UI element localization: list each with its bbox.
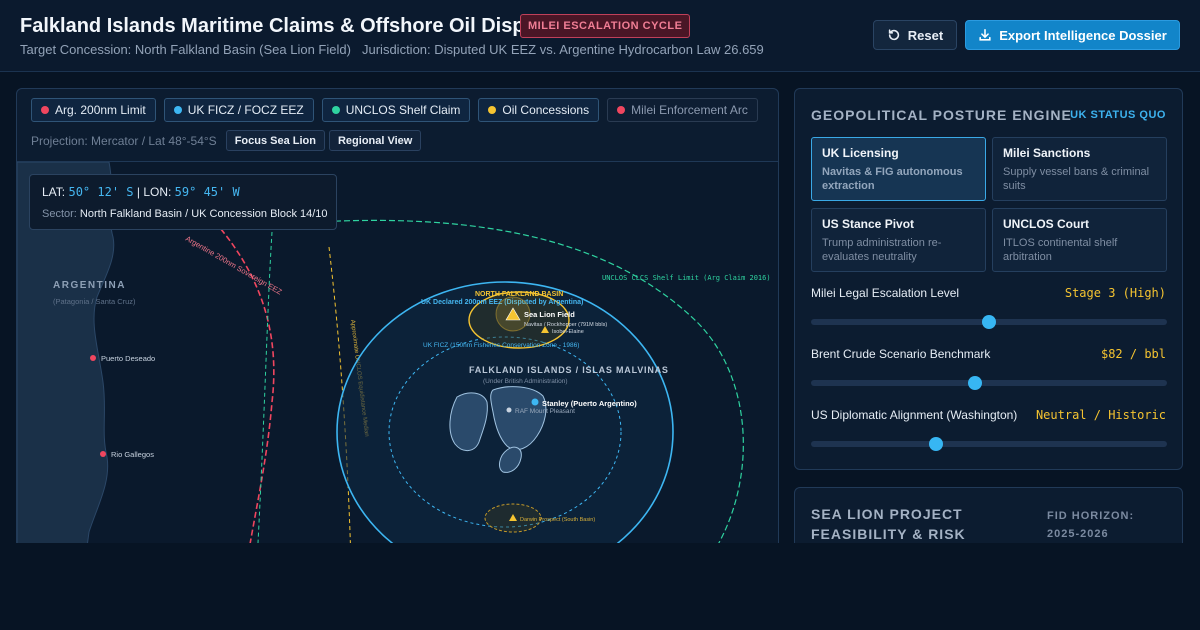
- brent-slider-label: Brent Crude Scenario Benchmark: [811, 347, 991, 361]
- regional-view-button[interactable]: Regional View: [328, 130, 422, 151]
- us-alignment-slider[interactable]: [811, 437, 1167, 451]
- app-header: Falkland Islands Maritime Claims & Offsh…: [0, 0, 1200, 72]
- coord-separator: |: [136, 185, 140, 199]
- argentina-label: ARGENTINA: [53, 280, 126, 291]
- sector-label: Sector:: [42, 208, 77, 220]
- target-concession: Target Concession: North Falkland Basin …: [20, 42, 351, 57]
- raf-label: RAF Mount Pleasant: [515, 408, 575, 415]
- page-footer-background: [0, 543, 1200, 630]
- layer-toggle-milei-arc[interactable]: Milei Enforcement Arc: [607, 98, 758, 122]
- page-title: Falkland Islands Maritime Claims & Offsh…: [20, 15, 555, 37]
- jurisdiction: Jurisdiction: Disputed UK EEZ vs. Argent…: [362, 42, 764, 57]
- risk-title-line1: SEA LION PROJECT: [811, 506, 963, 522]
- layer-dot: [41, 106, 49, 114]
- layer-toggle-arg-limit[interactable]: Arg. 200nm Limit: [31, 98, 156, 122]
- stanley-marker[interactable]: [531, 398, 539, 406]
- unclos-shelf-label: UNCLOS CLCS Shelf Limit (Arg Claim 2016): [602, 274, 771, 282]
- card-title: UK Licensing: [822, 146, 899, 160]
- posture-card-unclos-court[interactable]: UNCLOS Court ITLOS continental shelf arb…: [992, 208, 1167, 272]
- layer-dot: [173, 106, 182, 114]
- layer-dot: [331, 106, 340, 114]
- slider-thumb[interactable]: [982, 315, 996, 329]
- sea-lion-label: Sea Lion Field: [524, 310, 575, 319]
- darwin-label: Darwin Prospect (South Basin): [520, 517, 595, 523]
- posture-card-uk-licensing[interactable]: UK Licensing Navitas & FIG autonomous ex…: [811, 137, 986, 201]
- puerto-deseado-marker[interactable]: [90, 355, 96, 361]
- map-canvas[interactable]: ARGENTINA (Patagonia / Santa Cruz) Puert…: [17, 161, 778, 559]
- islands-sublabel: (Under British Administration): [483, 378, 568, 385]
- lon-label: LON:: [143, 185, 172, 199]
- coord-line: LAT: 50° 12' S | LON: 59° 45' W: [42, 185, 240, 199]
- escalation-slider[interactable]: [811, 315, 1167, 329]
- puerto-deseado-label: Puerto Deseado: [101, 354, 155, 363]
- layer-dot: [488, 106, 497, 114]
- layer-legend: Arg. 200nm Limit UK FICZ / FOCZ EEZ UNCL…: [31, 98, 758, 122]
- nfb-label: NORTH FALKLAND BASIN: [475, 291, 563, 298]
- isobel-label: Isobel-Elaine: [552, 329, 584, 335]
- status-badge: MILEI ESCALATION CYCLE: [520, 14, 691, 38]
- layer-label: UK FICZ / FOCZ EEZ: [187, 103, 304, 117]
- fid-horizon-label: FID HORIZON:: [1047, 510, 1135, 522]
- sea-lion-sublabel: Navitas / Rockhopper (791M bbls): [524, 322, 607, 328]
- layer-toggle-uk-eez[interactable]: UK FICZ / FOCZ EEZ: [163, 98, 314, 122]
- risk-panel-title: SEA LION PROJECT FEASIBILITY & RISK: [811, 504, 966, 544]
- card-title: US Stance Pivot: [822, 217, 915, 231]
- projection-row: Projection: Mercator / Lat 48°-54°S Focu…: [31, 130, 422, 151]
- arg-eez-label: Argentine 200nm Sovereign EEZ: [184, 234, 284, 297]
- escalation-slider-label: Milei Legal Escalation Level: [811, 286, 960, 300]
- risk-title-line2: FEASIBILITY & RISK: [811, 526, 966, 542]
- map-panel: Arg. 200nm Limit UK FICZ / FOCZ EEZ UNCL…: [16, 88, 779, 560]
- lat-value: 50° 12' S: [68, 185, 134, 199]
- panel-title: GEOPOLITICAL POSTURE ENGINE: [811, 107, 1072, 123]
- us-alignment-slider-value: Neutral / Historic: [1035, 408, 1166, 422]
- card-title: Milei Sanctions: [1003, 146, 1091, 160]
- card-title: UNCLOS Court: [1003, 217, 1089, 231]
- reset-button-label: Reset: [907, 27, 944, 43]
- rio-gallegos-label: Rio Gallegos: [111, 450, 154, 459]
- sector-line: Sector: North Falkland Basin / UK Conces…: [42, 208, 328, 220]
- layer-label: Arg. 200nm Limit: [55, 103, 146, 117]
- download-icon: [979, 28, 991, 41]
- posture-card-milei-sanctions[interactable]: Milei Sanctions Supply vessel bans & cri…: [992, 137, 1167, 201]
- slider-thumb[interactable]: [967, 376, 982, 390]
- layer-label: Oil Concessions: [502, 103, 590, 117]
- reset-icon: [888, 29, 899, 41]
- layer-dot: [617, 106, 626, 114]
- lat-label: LAT:: [42, 185, 66, 199]
- posture-status: UK STATUS QUO: [1070, 109, 1166, 121]
- projection-label: Projection: Mercator / Lat 48°-54°S: [31, 133, 217, 148]
- raf-marker[interactable]: [506, 407, 512, 413]
- card-desc: Supply vessel bans & criminal suits: [1003, 166, 1150, 192]
- brent-slider[interactable]: [811, 376, 1167, 390]
- islands-label: FALKLAND ISLANDS / ISLAS MALVINAS: [469, 365, 669, 375]
- us-alignment-slider-label: US Diplomatic Alignment (Washington): [811, 408, 1018, 422]
- coordinate-readout: LAT: 50° 12' S | LON: 59° 45' W Sector: …: [29, 174, 337, 230]
- ficz-label: UK FICZ (150nm Fisheries Conservation Zo…: [423, 342, 579, 349]
- posture-engine-panel: GEOPOLITICAL POSTURE ENGINE UK STATUS QU…: [794, 88, 1183, 470]
- export-dossier-button[interactable]: Export Intelligence Dossier: [965, 20, 1180, 50]
- stanley-label: Stanley (Puerto Argentino): [542, 399, 637, 408]
- rio-gallegos-marker[interactable]: [100, 451, 106, 457]
- card-desc: Trump administration re-evaluates neutra…: [822, 237, 942, 263]
- card-desc: ITLOS continental shelf arbitration: [1003, 237, 1118, 263]
- posture-card-us-stance[interactable]: US Stance Pivot Trump administration re-…: [811, 208, 986, 272]
- sector-value: North Falkland Basin / UK Concession Blo…: [79, 208, 328, 220]
- export-button-label: Export Intelligence Dossier: [999, 27, 1167, 43]
- reset-button[interactable]: Reset: [873, 20, 957, 50]
- fid-horizon-value: 2025-2026: [1047, 528, 1109, 540]
- layer-label: Milei Enforcement Arc: [631, 103, 748, 117]
- brent-slider-value: $82 / bbl: [1100, 347, 1166, 361]
- layer-toggle-unclos-shelf[interactable]: UNCLOS Shelf Claim: [321, 98, 471, 122]
- lon-value: 59° 45' W: [174, 185, 240, 199]
- layer-label: UNCLOS Shelf Claim: [345, 103, 461, 117]
- card-desc: Navitas & FIG autonomous extraction: [822, 166, 963, 192]
- fid-horizon: FID HORIZON: 2025-2026: [1047, 507, 1134, 543]
- layer-toggle-oil-concessions[interactable]: Oil Concessions: [478, 98, 600, 122]
- focus-sea-lion-button[interactable]: Focus Sea Lion: [225, 130, 325, 151]
- argentina-sublabel: (Patagonia / Santa Cruz): [53, 297, 136, 306]
- escalation-slider-value: Stage 3 (High): [1064, 286, 1166, 300]
- slider-thumb[interactable]: [928, 437, 943, 451]
